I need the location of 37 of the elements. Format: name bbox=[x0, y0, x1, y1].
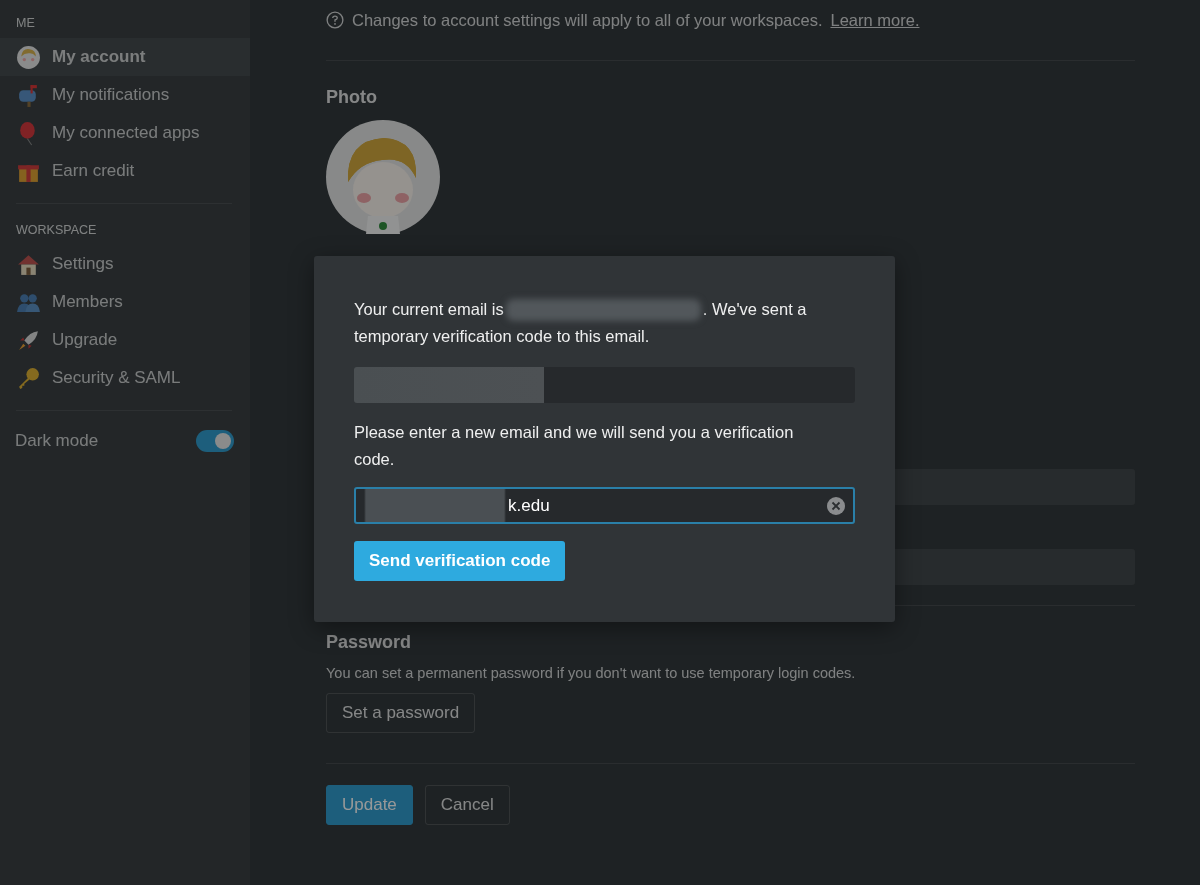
sidebar-item[interactable]: My connected apps bbox=[0, 114, 250, 152]
item-label: My notifications bbox=[52, 85, 170, 105]
dialog-text: Your current email is bbox=[354, 299, 504, 320]
update-button[interactable]: Update bbox=[326, 785, 413, 825]
new-email-field[interactable]: k.edu bbox=[354, 487, 855, 524]
set-password-button[interactable]: Set a password bbox=[326, 693, 476, 733]
dialog-text: temporary verification code to this email. bbox=[354, 326, 650, 347]
sidebar-item[interactable]: Settings bbox=[0, 245, 250, 283]
help-icon bbox=[326, 11, 344, 29]
send-verification-code-button[interactable]: Send verification code bbox=[354, 541, 566, 581]
key-icon bbox=[16, 365, 41, 391]
item-label: Upgrade bbox=[52, 330, 118, 350]
cancel-button[interactable]: Cancel bbox=[424, 785, 510, 825]
section-heading: Password bbox=[326, 632, 413, 653]
section-heading: Photo bbox=[326, 87, 378, 108]
dialog-text: . We've sent a bbox=[702, 299, 807, 320]
section-heading: ME bbox=[16, 16, 35, 30]
dark-mode-label: Dark mode bbox=[15, 431, 99, 451]
sidebar-item[interactable]: Security & SAML bbox=[0, 359, 250, 397]
sidebar-item[interactable]: Upgrade bbox=[0, 321, 250, 359]
dark-mode-toggle[interactable] bbox=[196, 430, 234, 452]
item-label: My connected apps bbox=[52, 123, 200, 143]
item-label: Members bbox=[52, 292, 123, 312]
sidebar-item[interactable]: Members bbox=[0, 283, 250, 321]
password-description: You can set a permanent password if you don't want to use temporary login codes. bbox=[326, 665, 856, 681]
clear-icon[interactable] bbox=[827, 497, 845, 515]
sidebar-item[interactable]: Earn credit bbox=[0, 152, 250, 190]
avatar-icon bbox=[16, 44, 41, 70]
learn-more-link[interactable]: Learn more. bbox=[830, 10, 920, 30]
item-label: Security & SAML bbox=[52, 368, 181, 388]
sidebar-item[interactable]: My notifications bbox=[0, 76, 250, 114]
item-label: Settings bbox=[52, 254, 114, 274]
section-heading: WORKSPACE bbox=[16, 223, 97, 237]
dialog-prompt: Please enter a new email and we will send you a verification code. bbox=[354, 422, 795, 470]
item-label: Earn credit bbox=[52, 161, 135, 181]
notice-text: Changes to account settings will apply to all of your workspaces. bbox=[352, 10, 823, 30]
item-label: My account bbox=[52, 47, 146, 67]
